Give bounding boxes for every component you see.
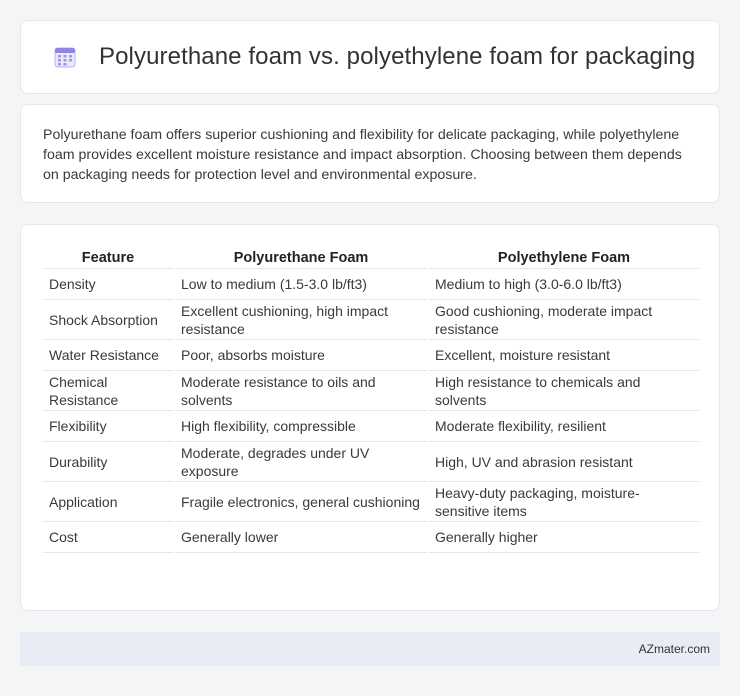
header-polyethylene: Polyethylene Foam bbox=[429, 247, 699, 269]
feature-cell: Shock Absorption bbox=[43, 300, 173, 340]
polyurethane-cell: Generally lower bbox=[175, 522, 427, 553]
polyethylene-cell: Heavy-duty packaging, moisture-sensitive… bbox=[429, 482, 699, 522]
title-card: Polyurethane foam vs. polyethylene foam … bbox=[20, 20, 720, 94]
feature-cell: Application bbox=[43, 482, 173, 522]
comparison-table: Feature Polyurethane Foam Polyethylene F… bbox=[43, 247, 699, 553]
feature-cell: Cost bbox=[43, 522, 173, 553]
header-feature: Feature bbox=[43, 247, 173, 269]
page: Polyurethane foam vs. polyethylene foam … bbox=[0, 0, 740, 696]
polyurethane-cell: Moderate resistance to oils and solvents bbox=[175, 371, 427, 411]
polyurethane-cell: Poor, absorbs moisture bbox=[175, 340, 427, 371]
page-title: Polyurethane foam vs. polyethylene foam … bbox=[99, 43, 696, 70]
feature-cell: Flexibility bbox=[43, 411, 173, 442]
polyethylene-cell: Medium to high (3.0-6.0 lb/ft3) bbox=[429, 269, 699, 300]
table-row: Flexibility High flexibility, compressib… bbox=[43, 411, 699, 442]
polyurethane-cell: Low to medium (1.5-3.0 lb/ft3) bbox=[175, 269, 427, 300]
table-row: Density Low to medium (1.5-3.0 lb/ft3) M… bbox=[43, 269, 699, 300]
footer-brand[interactable]: AZmater.com bbox=[639, 642, 710, 656]
feature-cell: Water Resistance bbox=[43, 340, 173, 371]
feature-cell: Density bbox=[43, 269, 173, 300]
polyethylene-cell: Excellent, moisture resistant bbox=[429, 340, 699, 371]
polyurethane-cell: Moderate, degrades under UV exposure bbox=[175, 442, 427, 482]
polyethylene-cell: Good cushioning, moderate impact resista… bbox=[429, 300, 699, 340]
table-header-row: Feature Polyurethane Foam Polyethylene F… bbox=[43, 247, 699, 269]
polyurethane-cell: Fragile electronics, general cushioning bbox=[175, 482, 427, 522]
polyethylene-cell: Moderate flexibility, resilient bbox=[429, 411, 699, 442]
feature-cell: Durability bbox=[43, 442, 173, 482]
header-polyurethane: Polyurethane Foam bbox=[175, 247, 427, 269]
polyethylene-cell: High resistance to chemicals and solvent… bbox=[429, 371, 699, 411]
table-row: Application Fragile electronics, general… bbox=[43, 482, 699, 522]
polyurethane-cell: Excellent cushioning, high impact resist… bbox=[175, 300, 427, 340]
table-row: Water Resistance Poor, absorbs moisture … bbox=[43, 340, 699, 371]
polyethylene-cell: High, UV and abrasion resistant bbox=[429, 442, 699, 482]
polyurethane-cell: High flexibility, compressible bbox=[175, 411, 427, 442]
feature-cell: Chemical Resistance bbox=[43, 371, 173, 411]
summary-text: Polyurethane foam offers superior cushio… bbox=[43, 127, 682, 183]
calendar-grid-icon bbox=[53, 45, 77, 69]
summary-card: Polyurethane foam offers superior cushio… bbox=[20, 104, 720, 203]
comparison-table-card: Feature Polyurethane Foam Polyethylene F… bbox=[20, 224, 720, 611]
table-row: Durability Moderate, degrades under UV e… bbox=[43, 442, 699, 482]
polyethylene-cell: Generally higher bbox=[429, 522, 699, 553]
table-row: Cost Generally lower Generally higher bbox=[43, 522, 699, 553]
footer: AZmater.com bbox=[20, 632, 720, 666]
table-row: Shock Absorption Excellent cushioning, h… bbox=[43, 300, 699, 340]
table-row: Chemical Resistance Moderate resistance … bbox=[43, 371, 699, 411]
